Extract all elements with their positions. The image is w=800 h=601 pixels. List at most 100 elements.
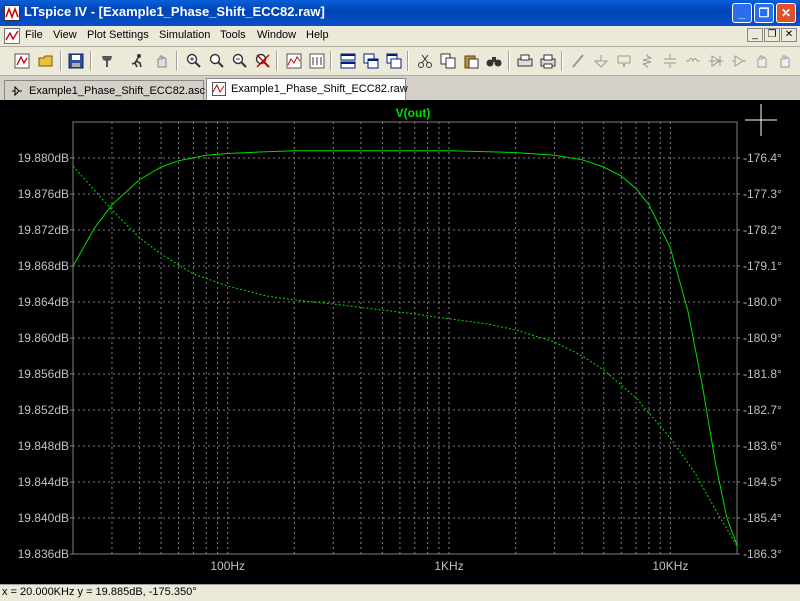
menu-view[interactable]: View [53, 29, 77, 41]
y-tick-label-left: 19.868dB [18, 259, 69, 273]
mdi-close-button[interactable]: ✕ [781, 28, 797, 42]
component-icon [729, 51, 749, 71]
plot-frame [72, 121, 738, 555]
y-tick-label-right: -178.2° [743, 223, 782, 237]
plot-manage-icon[interactable] [307, 51, 327, 71]
ltspice-app-icon[interactable] [4, 5, 20, 21]
status-bar: x = 20.000KHz y = 19.885dB, -175.350° [0, 584, 800, 601]
toolbar-separator [508, 51, 510, 71]
open-icon[interactable] [36, 51, 56, 71]
paste-icon[interactable] [461, 51, 481, 71]
toolbar-separator [330, 51, 332, 71]
copy-icon[interactable] [438, 51, 458, 71]
mdi-minimize-button[interactable]: _ [747, 28, 763, 42]
title-bar: LTspice IV - [Example1_Phase_Shift_ECC82… [0, 0, 800, 26]
document-icon[interactable] [4, 28, 20, 44]
menu-bar: File View Plot Settings Simulation Tools… [0, 26, 800, 47]
y-tick-label-right: -183.6° [743, 439, 782, 453]
y-tick-label-right: -185.4° [743, 511, 782, 525]
menu-tools[interactable]: Tools [220, 29, 246, 41]
x-tick-label: 100Hz [210, 559, 245, 573]
y-tick-label-left: 19.876dB [18, 187, 69, 201]
menu-simulation[interactable]: Simulation [159, 29, 210, 41]
toolbar [0, 47, 800, 76]
tab-waveform-label: Example1_Phase_Shift_ECC82.raw [231, 83, 408, 95]
menu-plot-settings[interactable]: Plot Settings [87, 29, 149, 41]
y-tick-label-left: 19.864dB [18, 295, 69, 309]
tile-horizontal-icon[interactable] [338, 51, 358, 71]
drag-icon [775, 51, 795, 71]
toolbar-separator [276, 51, 278, 71]
diode-icon [706, 51, 726, 71]
zoom-out-icon[interactable] [207, 51, 227, 71]
magnitude-trace [72, 150, 738, 546]
print-setup-icon[interactable] [515, 51, 535, 71]
maximize-button[interactable]: ❐ [754, 3, 774, 23]
y-tick-label-left: 19.840dB [18, 511, 69, 525]
control-panel-icon[interactable] [97, 51, 117, 71]
autorange-icon[interactable] [284, 51, 304, 71]
halt-icon[interactable] [152, 51, 172, 71]
y-tick-label-right: -176.4° [743, 151, 782, 165]
trace-title: V(out) [396, 106, 431, 120]
waveform-icon [212, 82, 226, 96]
wire-icon [568, 51, 588, 71]
tile-icon[interactable] [384, 51, 404, 71]
x-tick-label: 10KHz [652, 559, 688, 573]
cut-icon[interactable] [415, 51, 435, 71]
close-button[interactable]: ✕ [776, 3, 796, 23]
minimize-button[interactable]: _ [732, 3, 752, 23]
y-tick-label-left: 19.848dB [18, 439, 69, 453]
tab-schematic-label: Example1_Phase_Shift_ECC82.asc [29, 85, 206, 97]
resistor-icon [637, 51, 657, 71]
schematic-icon [10, 84, 24, 98]
run-icon[interactable] [127, 51, 147, 71]
toolbar-separator [176, 51, 178, 71]
waveform-plot-area[interactable]: 19.880dB 19.876dB 19.872dB 19.868dB 19.864dB… [0, 100, 800, 584]
y-tick-label-left: 19.844dB [18, 475, 69, 489]
zoom-in-icon[interactable] [184, 51, 204, 71]
save-icon[interactable] [66, 51, 86, 71]
zoom-fit-icon[interactable] [230, 51, 250, 71]
y-tick-label-right: -186.3° [743, 547, 782, 561]
y-tick-label-right: -177.3° [743, 187, 782, 201]
label-icon [614, 51, 634, 71]
new-schematic-icon[interactable] [12, 51, 32, 71]
y-tick-label-right: -181.8° [743, 367, 782, 381]
tab-waveform[interactable]: Example1_Phase_Shift_ECC82.raw [206, 78, 408, 100]
move-icon [752, 51, 772, 71]
cursor-readout: x = 20.000KHz y = 19.885dB, -175.350° [2, 586, 197, 598]
menu-file[interactable]: File [25, 29, 43, 41]
x-tick-label: 1KHz [434, 559, 463, 573]
menu-help[interactable]: Help [306, 29, 329, 41]
y-tick-label-left: 19.856dB [18, 367, 69, 381]
cascade-icon[interactable] [361, 51, 381, 71]
y-tick-label-right: -179.1° [743, 259, 782, 273]
find-icon[interactable] [484, 51, 504, 71]
menu-window[interactable]: Window [257, 29, 296, 41]
print-icon[interactable] [538, 51, 558, 71]
toolbar-separator [60, 51, 62, 71]
document-tabs: Example1_Phase_Shift_ECC82.asc Example1_… [0, 76, 800, 100]
toolbar-separator [407, 51, 409, 71]
window-title: LTspice IV - [Example1_Phase_Shift_ECC82… [24, 4, 325, 19]
mdi-restore-button[interactable]: ❐ [764, 28, 780, 42]
y-tick-label-left: 19.860dB [18, 331, 69, 345]
y-tick-label-left: 19.836dB [18, 547, 69, 561]
toolbar-separator [561, 51, 563, 71]
inductor-icon [683, 51, 703, 71]
toolbar-separator [90, 51, 92, 71]
phase-trace [72, 165, 738, 547]
y-tick-label-left: 19.872dB [18, 223, 69, 237]
ground-icon [591, 51, 611, 71]
waveform-chart[interactable]: 19.880dB 19.876dB 19.872dB 19.868dB 19.864dB… [0, 100, 800, 584]
y-tick-label-left: 19.852dB [18, 403, 69, 417]
y-tick-label-right: -182.7° [743, 403, 782, 417]
tab-schematic[interactable]: Example1_Phase_Shift_ECC82.asc [4, 80, 206, 100]
y-tick-label-right: -180.9° [743, 331, 782, 345]
zoom-cancel-icon[interactable] [253, 51, 273, 71]
y-tick-label-left: 19.880dB [18, 151, 69, 165]
capacitor-icon [660, 51, 680, 71]
y-tick-label-right: -184.5° [743, 475, 782, 489]
y-tick-label-right: -180.0° [743, 295, 782, 309]
